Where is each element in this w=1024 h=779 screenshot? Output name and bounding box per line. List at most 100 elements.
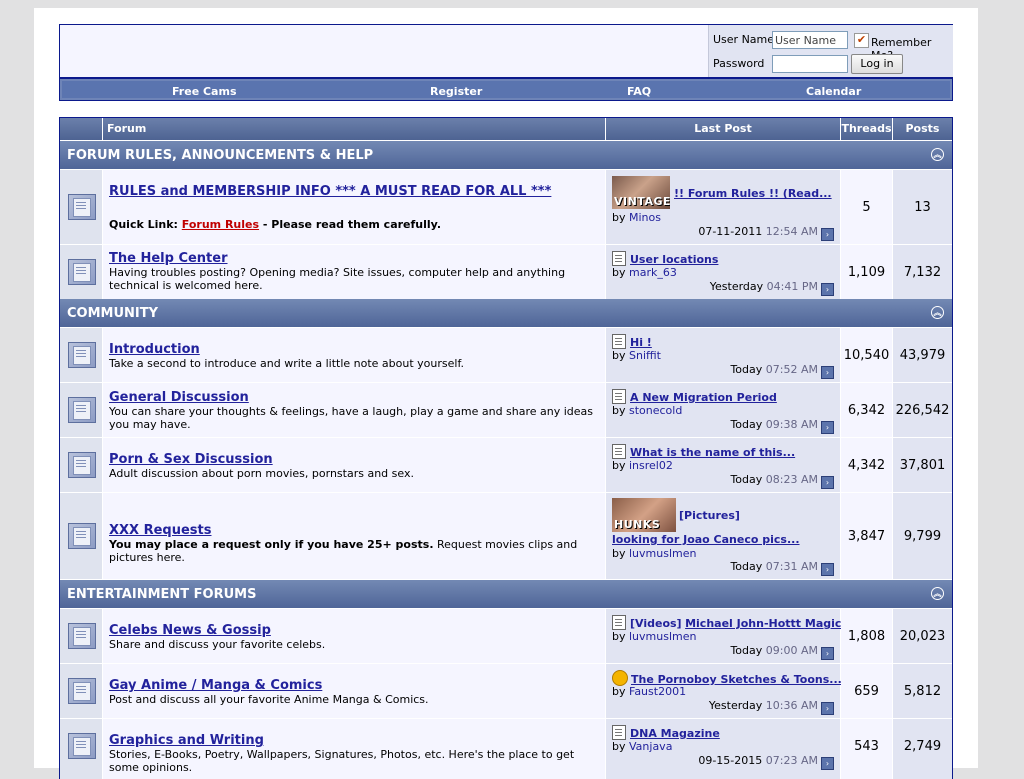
collapse-icon[interactable]: ︽	[931, 587, 944, 600]
go-to-post-icon[interactable]: ›	[821, 647, 834, 660]
forum-title[interactable]: Graphics and Writing	[109, 733, 264, 748]
forum-icon	[68, 523, 96, 549]
go-to-post-icon[interactable]: ›	[821, 366, 834, 379]
post-icon	[612, 251, 626, 266]
page: User Name ✔ Remember Me? Password Log in…	[34, 8, 978, 779]
thumbnail-image[interactable]: VINTAGE	[612, 176, 670, 209]
last-post-time: 08:23 AM	[765, 473, 818, 486]
last-post-title[interactable]: looking for Joao Caneco pics...	[612, 533, 800, 546]
last-post-title[interactable]: DNA Magazine	[630, 727, 720, 740]
forum-icon	[68, 342, 96, 368]
collapse-icon[interactable]: ︽	[931, 148, 944, 161]
last-post-time: 04:41 PM	[766, 280, 818, 293]
nav-register[interactable]: Register	[430, 85, 482, 98]
forum-row: General Discussion You can share your th…	[60, 382, 952, 437]
thread-count: 10,540	[843, 348, 890, 363]
post-count: 5,812	[903, 684, 942, 699]
forum-title[interactable]: XXX Requests	[109, 523, 212, 538]
category-title: ENTERTAINMENT FORUMS	[67, 587, 257, 602]
smiley-icon	[612, 670, 628, 686]
category-header: COMMUNITY ︽	[60, 299, 952, 327]
table-header: Forum Last Post Threads Posts	[60, 118, 952, 140]
last-post-date: Yesterday	[709, 280, 764, 293]
last-post-user[interactable]: Minos	[629, 211, 661, 224]
thread-count: 1,808	[847, 629, 886, 644]
forum-title[interactable]: The Help Center	[109, 251, 228, 266]
last-post-date: Today	[730, 473, 763, 486]
last-post-title[interactable]: What is the name of this...	[630, 446, 795, 459]
go-to-post-icon[interactable]: ›	[821, 283, 834, 296]
go-to-post-icon[interactable]: ›	[821, 563, 834, 576]
post-count: 13	[914, 200, 931, 215]
last-post-title[interactable]: A New Migration Period	[630, 391, 777, 404]
remember-me-checkbox[interactable]: ✔	[854, 33, 869, 48]
forum-icon	[68, 452, 96, 478]
last-post-user[interactable]: mark_63	[629, 266, 677, 279]
last-post-time: 07:31 AM	[765, 560, 818, 573]
nav-free-cams[interactable]: Free Cams	[172, 85, 237, 98]
username-label: User Name	[713, 33, 775, 46]
last-post-user[interactable]: luvmuslmen	[629, 630, 696, 643]
last-post-title[interactable]: Hi !	[630, 336, 652, 349]
last-post-time: 09:00 AM	[765, 644, 818, 657]
forum-title[interactable]: Gay Anime / Manga & Comics	[109, 678, 322, 693]
username-input[interactable]	[772, 31, 848, 49]
forum-title[interactable]: General Discussion	[109, 390, 249, 405]
go-to-post-icon[interactable]: ›	[821, 702, 834, 715]
category-header: FORUM RULES, ANNOUNCEMENTS & HELP ︽	[60, 141, 952, 169]
last-post-user[interactable]: insrel02	[629, 459, 673, 472]
thread-count: 1,109	[847, 265, 886, 280]
forum-description: Having troubles posting? Opening media? …	[109, 266, 566, 292]
go-to-post-icon[interactable]: ›	[821, 228, 834, 241]
thumbnail-image[interactable]: HUNKS	[612, 498, 676, 532]
last-post-date: Today	[730, 363, 763, 376]
last-post-time: 10:36 AM	[765, 699, 818, 712]
last-post-time: 12:54 AM	[765, 225, 818, 238]
post-count: 7,132	[903, 265, 942, 280]
forum-title[interactable]: Celebs News & Gossip	[109, 623, 271, 638]
thread-prefix: [Pictures]	[679, 509, 740, 522]
forum-description: Post and discuss all your favorite Anime…	[109, 693, 429, 706]
collapse-icon[interactable]: ︽	[931, 306, 944, 319]
forum-rules-link[interactable]: Forum Rules	[182, 218, 259, 231]
forum-title[interactable]: RULES and MEMBERSHIP INFO *** A MUST REA…	[109, 184, 551, 199]
last-post: A New Migration Period by stonecold Toda…	[606, 383, 841, 437]
forum-description: Stories, E-Books, Poetry, Wallpapers, Si…	[109, 748, 575, 774]
go-to-post-icon[interactable]: ›	[821, 757, 834, 770]
last-post-user[interactable]: stonecold	[629, 404, 682, 417]
last-post-user[interactable]: Faust2001	[629, 685, 686, 698]
forum-icon	[68, 259, 96, 285]
thread-count: 5	[862, 200, 871, 215]
forum-icon	[68, 733, 96, 759]
post-count: 43,979	[899, 348, 946, 363]
last-post-date: 09-15-2015	[698, 754, 763, 767]
forum-row: RULES and MEMBERSHIP INFO *** A MUST REA…	[60, 169, 952, 244]
header-last-post: Last Post	[606, 118, 841, 140]
last-post-user[interactable]: luvmuslmen	[629, 547, 696, 560]
go-to-post-icon[interactable]: ›	[821, 421, 834, 434]
post-count: 20,023	[899, 629, 946, 644]
post-icon	[612, 725, 626, 740]
last-post-date: Yesterday	[708, 699, 763, 712]
forum-description: You can share your thoughts & feelings, …	[109, 405, 594, 431]
nav-calendar[interactable]: Calendar	[806, 85, 861, 98]
forum-row: Introduction Take a second to introduce …	[60, 327, 952, 382]
last-post-title[interactable]: User locations	[630, 253, 718, 266]
last-post-title[interactable]: Michael John-Hottt Magician	[685, 617, 860, 630]
password-input[interactable]	[772, 55, 848, 73]
last-post-date: Today	[730, 560, 763, 573]
last-post-user[interactable]: Vanjava	[629, 740, 672, 753]
forum-row: Porn & Sex Discussion Adult discussion a…	[60, 437, 952, 492]
forum-row: XXX Requests You may place a request onl…	[60, 492, 952, 579]
nav-faq[interactable]: FAQ	[627, 85, 651, 98]
password-label: Password	[713, 57, 765, 70]
forum-icon	[68, 194, 96, 220]
login-button[interactable]: Log in	[851, 54, 903, 74]
go-to-post-icon[interactable]: ›	[821, 476, 834, 489]
last-post-title[interactable]: !! Forum Rules !! (Read...	[674, 187, 832, 200]
forum-table: Forum Last Post Threads Posts FORUM RULE…	[59, 117, 953, 779]
last-post-user[interactable]: Sniffit	[629, 349, 661, 362]
last-post-date: 07-11-2011	[698, 225, 763, 238]
forum-title[interactable]: Porn & Sex Discussion	[109, 452, 273, 467]
forum-title[interactable]: Introduction	[109, 342, 200, 357]
